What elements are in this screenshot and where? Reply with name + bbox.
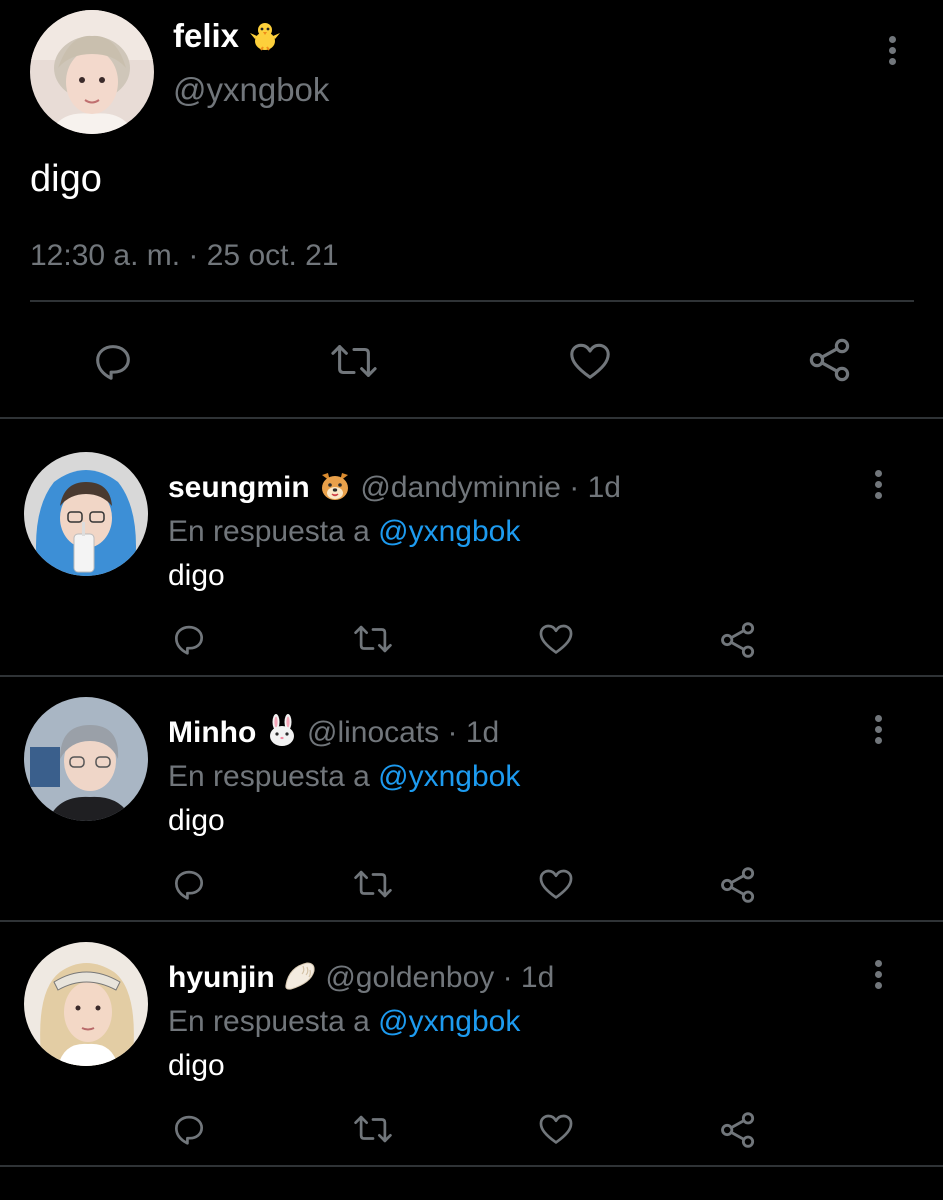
author-name[interactable]: Minho [168,716,256,749]
reply-tweet[interactable]: seungmin @dandyminnie · 1d En respuesta … [0,432,943,676]
like-icon[interactable] [536,620,576,658]
like-icon[interactable] [536,865,576,903]
retweet-icon[interactable] [352,620,394,658]
reply-icon[interactable] [170,620,208,658]
in-reply-to: En respuesta a @yxngbok [168,1002,520,1042]
avatar[interactable] [24,697,148,821]
avatar[interactable] [24,452,148,576]
author-name[interactable]: seungmin [168,471,310,504]
dog-face-icon [318,469,352,514]
reply-prefix: En respuesta a [168,1005,370,1038]
divider [30,300,914,302]
divider [0,1165,943,1167]
reply-tweet[interactable]: hyunjin @goldenboy · 1d En respuesta a @… [0,922,943,1166]
retweet-icon[interactable] [352,865,394,903]
divider [0,417,943,419]
baby-chick-icon [248,19,282,62]
avatar[interactable] [30,10,154,134]
more-options-icon[interactable] [874,960,882,989]
share-icon[interactable] [718,620,758,660]
tweet-timestamp[interactable]: 12:30 a. m. · 25 oct. 21 [30,236,339,276]
handle-and-time[interactable]: @goldenboy · 1d [325,961,554,994]
share-icon[interactable] [718,865,758,905]
author-name[interactable]: hyunjin [168,961,275,994]
reply-prefix: En respuesta a [168,760,370,793]
mention-link[interactable]: @yxngbok [378,1005,520,1038]
dumpling-icon [283,959,317,1004]
reply-header: Minho @linocats · 1d [168,713,499,759]
tweet-text: digo [168,1049,225,1082]
share-icon[interactable] [718,1110,758,1150]
reply-header: hyunjin @goldenboy · 1d [168,958,554,1004]
reply-icon[interactable] [90,338,136,384]
like-icon[interactable] [536,1110,576,1148]
reply-prefix: En respuesta a [168,515,370,548]
tweet-text: digo [168,804,225,837]
reply-tweet[interactable]: Minho @linocats · 1d En respuesta a @yxn… [0,677,943,921]
in-reply-to: En respuesta a @yxngbok [168,512,520,552]
author-name[interactable]: felix [173,16,282,62]
share-icon[interactable] [806,336,854,384]
like-icon[interactable] [566,338,614,384]
avatar[interactable] [24,942,148,1066]
more-options-icon[interactable] [874,715,882,744]
reply-icon[interactable] [170,1110,208,1148]
reply-icon[interactable] [170,865,208,903]
tweet-text: digo [30,158,102,200]
in-reply-to: En respuesta a @yxngbok [168,757,520,797]
mention-link[interactable]: @yxngbok [378,760,520,793]
tweet-text: digo [168,559,225,592]
reply-header: seungmin @dandyminnie · 1d [168,468,621,514]
handle-and-time[interactable]: @dandyminnie · 1d [360,471,621,504]
author-handle[interactable]: @yxngbok [173,70,329,110]
more-options-icon[interactable] [888,36,896,65]
retweet-icon[interactable] [352,1110,394,1148]
mention-link[interactable]: @yxngbok [378,515,520,548]
author-name-text: felix [173,17,240,54]
handle-and-time[interactable]: @linocats · 1d [307,716,499,749]
retweet-icon[interactable] [328,338,380,384]
more-options-icon[interactable] [874,470,882,499]
rabbit-face-icon [265,714,299,759]
